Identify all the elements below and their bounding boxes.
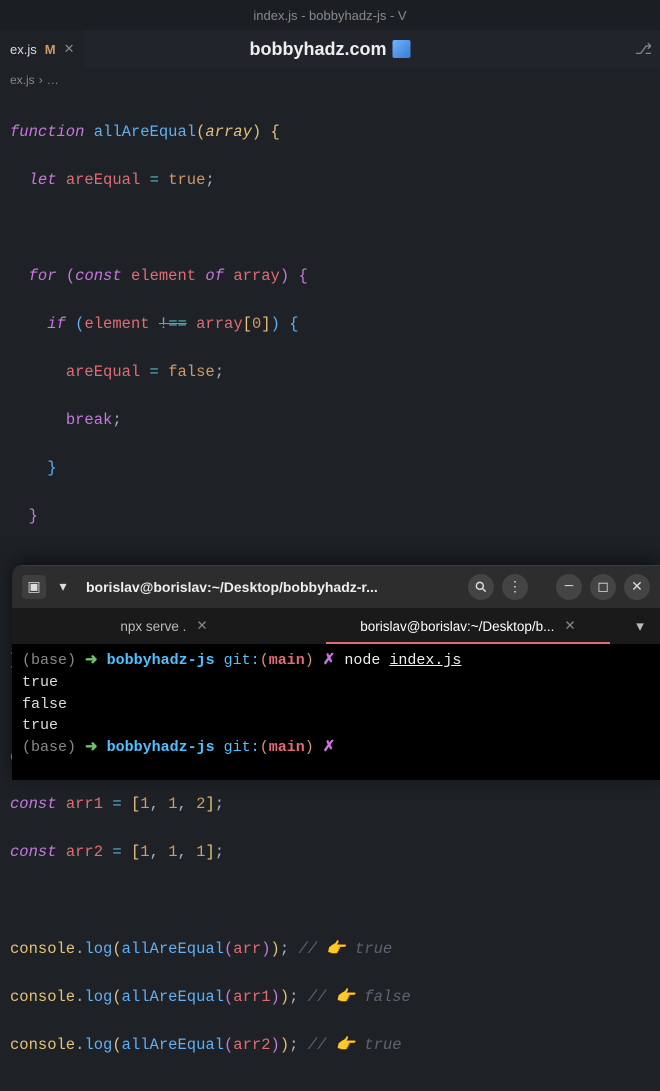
minimize-icon[interactable]: ─ [556, 574, 582, 600]
editor-tabbar: ex.js M ✕ bobbyhadz.com ⎇ [0, 30, 660, 68]
tab-modified-indicator: M [45, 42, 56, 57]
code-line: let areEqual = true; [10, 168, 650, 192]
close-icon[interactable]: ✕ [196, 618, 207, 634]
terminal-line: (base) ➜ bobbyhadz-js git:(main) ✗ node … [22, 650, 650, 672]
code-line: const arr2 = [1, 1, 1]; [10, 840, 650, 864]
code-line: } [10, 456, 650, 480]
window-titlebar: index.js - bobbyhadz-js - V [0, 0, 660, 30]
terminal-titlebar: ▣ ▾ borislav@borislav:~/Desktop/bobbyhad… [12, 566, 660, 608]
close-icon[interactable]: ✕ [624, 574, 650, 600]
window-title: index.js - bobbyhadz-js - V [253, 8, 406, 23]
editor-tab[interactable]: ex.js M ✕ [0, 30, 84, 68]
terminal-output: true [22, 672, 650, 694]
code-line [10, 216, 650, 240]
search-icon[interactable] [468, 574, 494, 600]
code-line: if (element !== array[0]) { [10, 312, 650, 336]
chevron-down-icon[interactable]: ▾ [620, 608, 660, 644]
kebab-menu-icon[interactable]: ⋮ [502, 574, 528, 600]
breadcrumb[interactable]: ex.js › … [0, 68, 660, 92]
terminal-title: borislav@borislav:~/Desktop/bobbyhadz-r.… [86, 579, 460, 595]
maximize-icon[interactable]: ◻ [590, 574, 616, 600]
code-line [10, 889, 650, 913]
close-icon[interactable]: ✕ [64, 41, 75, 57]
git-compare-icon[interactable]: ⎇ [635, 40, 652, 59]
terminal-body[interactable]: (base) ➜ bobbyhadz-js git:(main) ✗ node … [12, 644, 660, 765]
terminal-output: true [22, 715, 650, 737]
terminal-menu-icon[interactable]: ▣ [22, 575, 46, 599]
terminal-line: (base) ➜ bobbyhadz-js git:(main) ✗ [22, 737, 650, 759]
tab-label: ex.js [10, 42, 37, 57]
code-line: break; [10, 408, 650, 432]
close-icon[interactable]: ✕ [564, 618, 575, 634]
code-line: const arr1 = [1, 1, 2]; [10, 792, 650, 816]
code-line: } [10, 504, 650, 528]
code-line: console.log(allAreEqual(arr1)); // 👉️ fa… [10, 985, 650, 1009]
terminal-tab-active[interactable]: borislav@borislav:~/Desktop/b... ✕ [316, 608, 620, 644]
code-line: console.log(allAreEqual(arr)); // 👉️ tru… [10, 937, 650, 961]
code-line: console.log(allAreEqual(arr2)); // 👉️ tr… [10, 1033, 650, 1057]
chevron-down-icon[interactable]: ▾ [54, 575, 72, 599]
brand-label: bobbyhadz.com [249, 39, 410, 60]
code-line: function allAreEqual(array) { [10, 120, 650, 144]
terminal-tabs: npx serve . ✕ borislav@borislav:~/Deskto… [12, 608, 660, 644]
terminal-output: false [22, 694, 650, 716]
terminal-tab[interactable]: npx serve . ✕ [12, 608, 316, 644]
terminal-window: ▣ ▾ borislav@borislav:~/Desktop/bobbyhad… [12, 565, 660, 780]
code-line: areEqual = false; [10, 360, 650, 384]
code-line: for (const element of array) { [10, 264, 650, 288]
cube-icon [393, 40, 411, 58]
